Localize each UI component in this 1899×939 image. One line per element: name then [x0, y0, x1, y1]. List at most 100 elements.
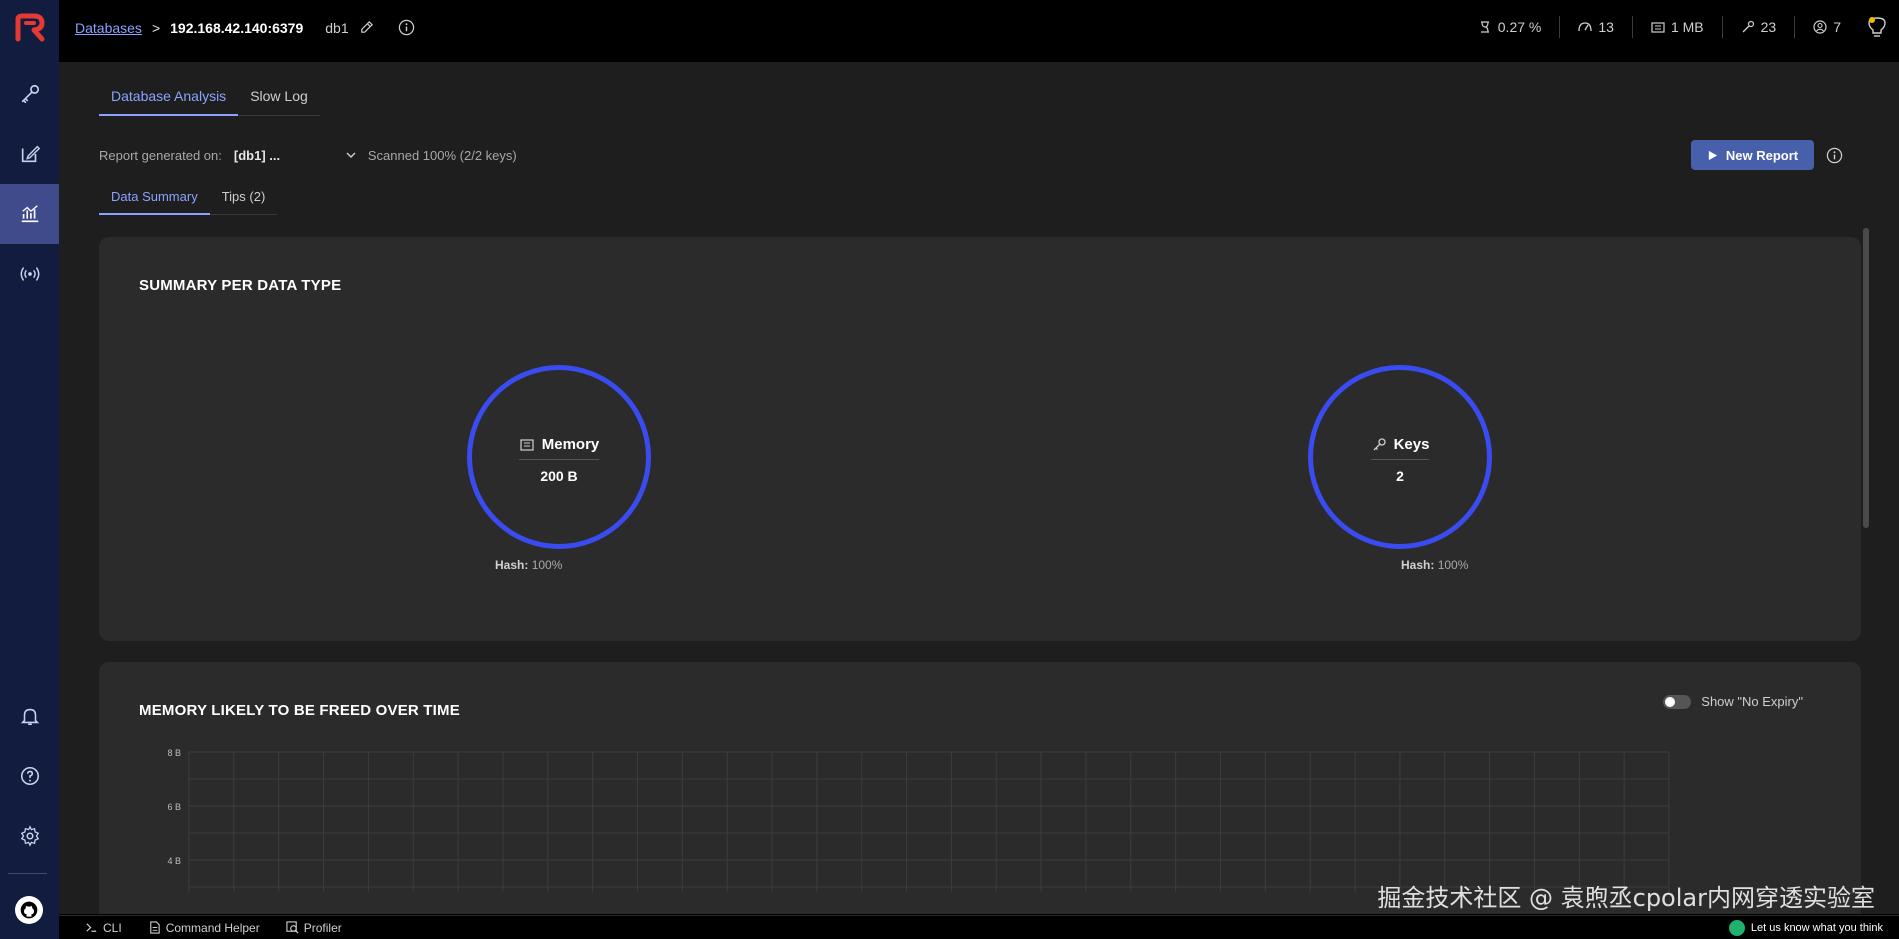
- keys-label: Keys: [1370, 436, 1430, 460]
- gear-icon: [20, 825, 39, 847]
- stat-ops: 13: [1560, 16, 1633, 38]
- play-icon: [1708, 150, 1717, 160]
- summary-tabs: Data Summary Tips (2): [99, 181, 278, 215]
- tab-database-analysis[interactable]: Database Analysis: [99, 80, 239, 116]
- watermark: 掘金技术社区 @ 袁煦丞cpolar内网穿透实验室: [1377, 884, 1875, 912]
- profiler-button[interactable]: Profiler: [286, 921, 342, 935]
- cli-label: CLI: [103, 920, 122, 935]
- no-expiry-label: Show "No Expiry": [1701, 694, 1803, 709]
- terminal-icon: [86, 923, 97, 932]
- report-select[interactable]: [db1] ...: [234, 148, 344, 163]
- breadcrumb-host: 192.168.42.140:6379: [170, 19, 304, 36]
- key-icon: [1373, 437, 1386, 450]
- feedback-link[interactable]: Let us know what you think: [1728, 920, 1883, 936]
- stat-cpu-value: 0.27 %: [1497, 19, 1542, 35]
- analytics-icon: [21, 205, 38, 223]
- freed-chart: 8 B 6 B 4 B: [167, 748, 1670, 892]
- lightbulb-icon[interactable]: [1867, 16, 1887, 38]
- keys-hash-key: Hash:: [1401, 558, 1435, 572]
- redis-logo[interactable]: [12, 13, 46, 43]
- cpu-icon: [1480, 21, 1489, 33]
- memory-hash-key: Hash:: [495, 558, 529, 572]
- info-icon[interactable]: [398, 19, 415, 36]
- stat-cpu: 0.27 %: [1460, 16, 1561, 38]
- keys-value: 2: [1396, 468, 1404, 484]
- new-report-label: New Report: [1725, 147, 1799, 163]
- stat-keys: 23: [1723, 16, 1796, 38]
- broadcast-icon: [20, 267, 39, 281]
- top-bar: Databases > 192.168.42.140:6379 db1 0.27…: [59, 0, 1899, 54]
- db-name: db1: [325, 19, 349, 36]
- edit-icon: [21, 145, 40, 163]
- keys-label-text: Keys: [1393, 436, 1430, 453]
- chevron-down-icon[interactable]: [344, 148, 358, 162]
- github-link[interactable]: [15, 896, 43, 924]
- db-stats: 0.27 % 13 1 MB 23 7: [1460, 16, 1887, 38]
- chart-ytick-label: 4 B: [167, 856, 181, 866]
- scrollbar[interactable]: [1863, 222, 1869, 912]
- tab-data-summary[interactable]: Data Summary: [99, 181, 210, 215]
- cli-button[interactable]: CLI: [85, 921, 122, 935]
- memory-label-text: Memory: [541, 436, 600, 453]
- memory-hash-label: Hash: 100%: [495, 558, 562, 572]
- breadcrumb-databases-link[interactable]: Databases: [75, 20, 142, 36]
- memory-hash-value: 100%: [531, 558, 563, 572]
- keys-hash-label: Hash: 100%: [1401, 558, 1468, 572]
- breadcrumb: Databases > 192.168.42.140:6379 db1: [75, 19, 415, 36]
- tab-slow-log[interactable]: Slow Log: [238, 80, 320, 116]
- stat-ops-value: 13: [1598, 19, 1614, 35]
- memory-icon: [1651, 22, 1665, 33]
- bell-icon: [20, 708, 39, 726]
- sidebar-item-pubsub[interactable]: [0, 244, 59, 304]
- summary-title: SUMMARY PER DATA TYPE: [139, 277, 342, 294]
- report-generated-label: Report generated on:: [99, 147, 222, 163]
- command-helper-button[interactable]: Command Helper: [148, 921, 260, 935]
- gauge-icon: [1578, 22, 1593, 32]
- breadcrumb-separator: >: [151, 19, 161, 36]
- github-icon: [20, 901, 38, 919]
- freed-card: MEMORY LIKELY TO BE FREED OVER TIME Show…: [99, 662, 1861, 914]
- sidebar-item-settings[interactable]: [0, 806, 59, 866]
- sidebar-item-browser[interactable]: [0, 64, 59, 124]
- sidebar-item-workbench[interactable]: [0, 124, 59, 184]
- memory-value: 200 B: [540, 468, 578, 484]
- key-icon: [1742, 20, 1754, 33]
- user-icon: [1813, 20, 1827, 34]
- feedback-icon: [1728, 920, 1745, 936]
- keys-hash-value: 100%: [1437, 558, 1469, 572]
- main-panel: Database Analysis Slow Log Report genera…: [59, 62, 1899, 914]
- new-report-button[interactable]: New Report: [1691, 140, 1814, 170]
- stat-clients: 7: [1795, 16, 1859, 38]
- sidebar-item-help[interactable]: [0, 746, 59, 806]
- pencil-icon[interactable]: [359, 20, 374, 35]
- scanned-status: Scanned 100% (2/2 keys): [367, 147, 517, 163]
- stat-memory: 1 MB: [1633, 16, 1723, 38]
- summary-card: SUMMARY PER DATA TYPE Memory 200 B Hash:…: [99, 237, 1861, 641]
- scrollbar-thumb[interactable]: [1863, 228, 1869, 528]
- profiler-icon: [286, 921, 299, 934]
- chart-ytick-label: 8 B: [167, 748, 181, 758]
- feedback-label: Let us know what you think: [1750, 922, 1883, 934]
- document-icon: [149, 921, 160, 934]
- profiler-label: Profiler: [303, 920, 342, 935]
- command-helper-label: Command Helper: [165, 920, 260, 935]
- chart-ytick-label: 6 B: [167, 802, 181, 812]
- freed-title: MEMORY LIKELY TO BE FREED OVER TIME: [139, 702, 460, 719]
- memory-icon: [520, 438, 534, 451]
- report-row: Report generated on: [db1] ... Scanned 1…: [99, 140, 1869, 170]
- analysis-tabs: Database Analysis Slow Log: [99, 80, 320, 116]
- sidebar: [0, 0, 59, 939]
- help-icon: [20, 766, 39, 786]
- no-expiry-toggle-row: Show "No Expiry": [1663, 694, 1803, 709]
- memory-donut[interactable]: Memory 200 B: [467, 365, 651, 549]
- sidebar-item-analysis[interactable]: [0, 184, 59, 244]
- sidebar-item-notifications[interactable]: [0, 686, 59, 746]
- key-icon: [21, 84, 39, 104]
- stat-keys-value: 23: [1760, 19, 1777, 35]
- tab-tips[interactable]: Tips (2): [209, 181, 278, 215]
- info-icon[interactable]: [1826, 147, 1843, 164]
- no-expiry-toggle[interactable]: [1663, 694, 1692, 709]
- keys-donut[interactable]: Keys 2: [1308, 365, 1492, 549]
- sidebar-divider: [8, 873, 47, 874]
- memory-label: Memory: [518, 436, 600, 460]
